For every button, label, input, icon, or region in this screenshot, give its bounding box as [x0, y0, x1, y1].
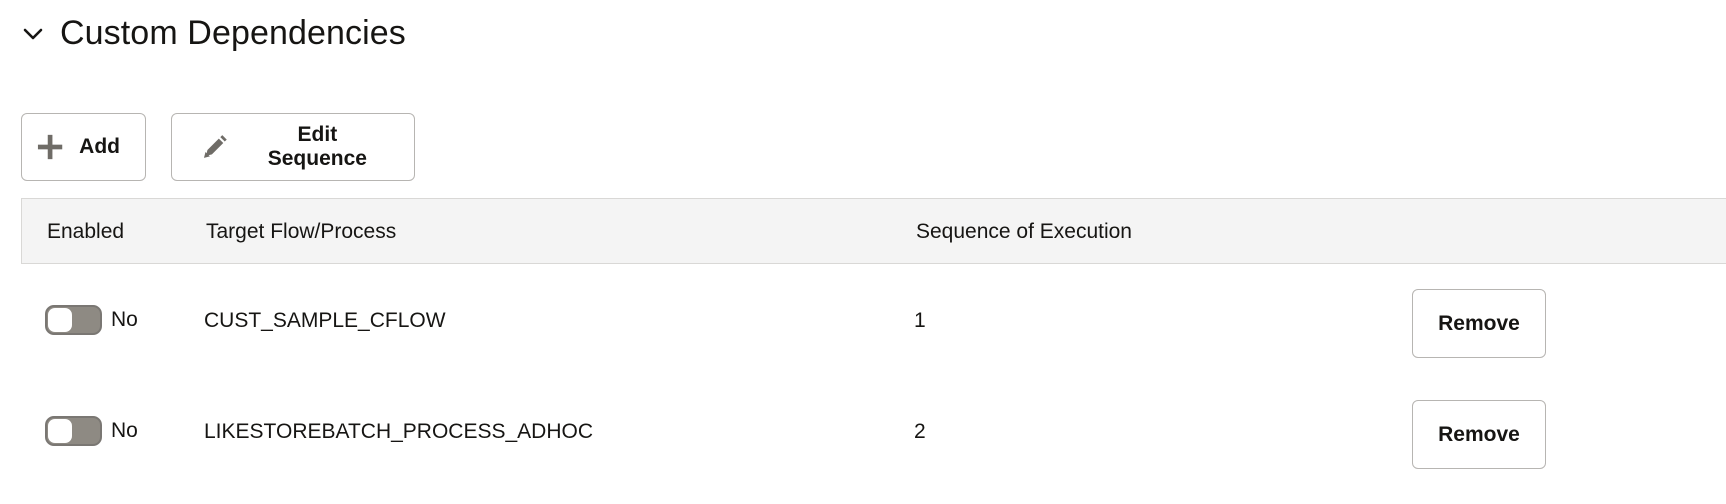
target-cell: LIKESTOREBATCH_PROCESS_ADHOC [204, 420, 593, 443]
remove-button[interactable]: Remove [1412, 289, 1546, 358]
enabled-label: No [111, 419, 138, 442]
chevron-down-icon [23, 28, 43, 39]
add-button[interactable]: Add [21, 113, 146, 181]
edit-sequence-label: Edit Sequence [267, 123, 367, 170]
edit-sequence-button[interactable]: Edit Sequence [171, 113, 415, 181]
column-header-enabled: Enabled [47, 220, 125, 243]
remove-button[interactable]: Remove [1412, 400, 1546, 469]
toggle-knob [48, 308, 72, 332]
toggle-knob [48, 419, 72, 443]
plus-icon [37, 134, 63, 160]
table-row: No CUST_SAMPLE_CFLOW 1 Remove [21, 264, 1726, 375]
sequence-cell: 1 [914, 309, 926, 332]
enabled-label: No [111, 308, 138, 331]
pencil-icon [203, 135, 227, 158]
column-header-target: Target Flow/Process [206, 220, 397, 243]
enabled-toggle[interactable] [45, 416, 102, 446]
section-toggle[interactable]: Custom Dependencies [22, 14, 406, 53]
toolbar: Add Edit Sequence [21, 113, 415, 181]
add-button-label: Add [79, 135, 120, 158]
table-header: Enabled Target Flow/Process Sequence of … [21, 198, 1726, 264]
sequence-cell: 2 [914, 420, 926, 443]
column-header-sequence: Sequence of Execution [916, 220, 1132, 243]
table-row: No LIKESTOREBATCH_PROCESS_ADHOC 2 Remove [21, 375, 1726, 486]
target-cell: CUST_SAMPLE_CFLOW [204, 309, 446, 332]
enabled-toggle[interactable] [45, 305, 102, 335]
dependencies-table: Enabled Target Flow/Process Sequence of … [21, 198, 1726, 486]
section-title: Custom Dependencies [60, 14, 406, 52]
